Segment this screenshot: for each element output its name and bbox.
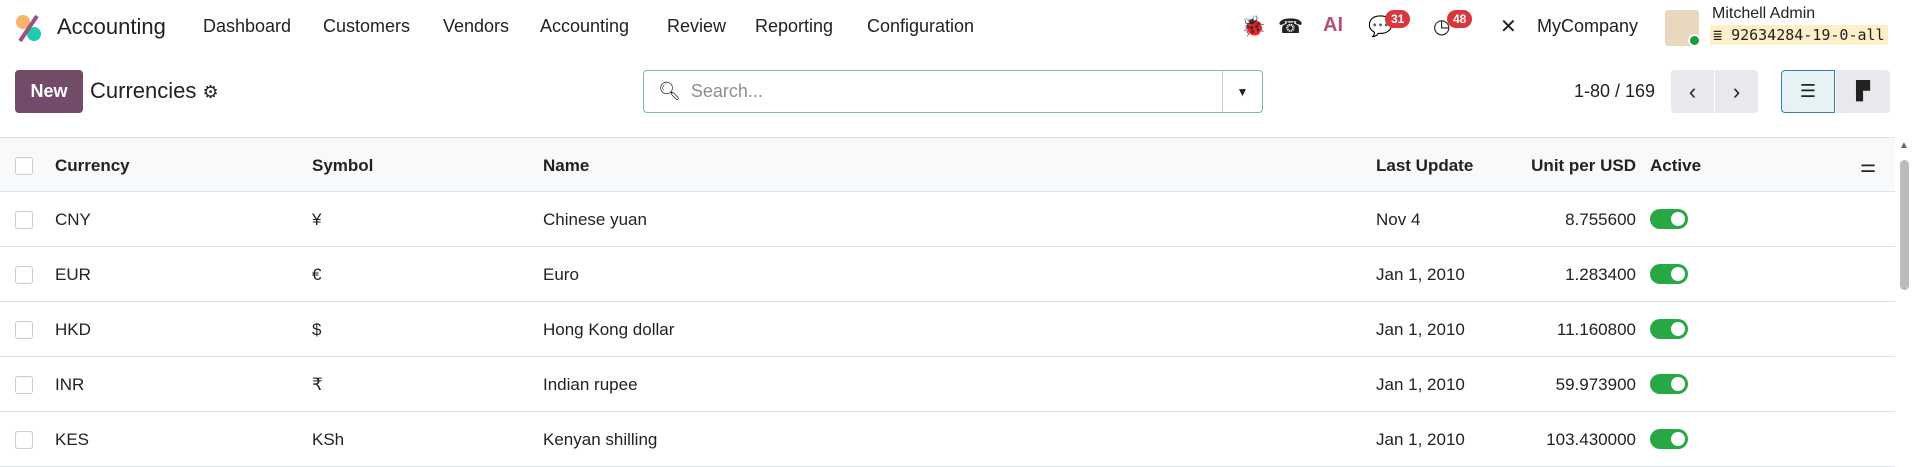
- row-checkbox[interactable]: [15, 211, 33, 229]
- cell-name: Chinese yuan: [543, 210, 647, 229]
- search-input[interactable]: Search...: [691, 81, 1222, 102]
- vertical-scrollbar[interactable]: ▲: [1898, 140, 1910, 460]
- company-switcher[interactable]: MyCompany: [1537, 16, 1638, 37]
- menu-dashboard[interactable]: Dashboard: [203, 16, 291, 37]
- table-row[interactable]: KES KSh Kenyan shilling Jan 1, 2010 103.…: [0, 412, 1895, 467]
- cell-name: Euro: [543, 265, 579, 284]
- cell-last-update: Jan 1, 2010: [1376, 320, 1465, 339]
- user-avatar[interactable]: [1665, 10, 1701, 47]
- header-symbol[interactable]: Symbol: [312, 156, 373, 176]
- tools-icon[interactable]: ✕: [1500, 14, 1517, 39]
- menu-vendors[interactable]: Vendors: [443, 16, 509, 37]
- optional-columns-icon[interactable]: ⚌: [1860, 156, 1876, 177]
- search-options-toggle[interactable]: ▼: [1222, 71, 1262, 112]
- pager-value[interactable]: 1-80 / 169: [1574, 81, 1655, 102]
- header-rate[interactable]: Unit per USD: [1531, 156, 1636, 176]
- cell-currency: EUR: [55, 265, 91, 284]
- list-view-button[interactable]: ☰: [1781, 70, 1835, 113]
- row-checkbox[interactable]: [15, 431, 33, 449]
- online-status-icon: [1688, 34, 1701, 47]
- menu-reporting[interactable]: Reporting: [755, 16, 833, 37]
- row-checkbox[interactable]: [15, 321, 33, 339]
- cell-last-update: Jan 1, 2010: [1376, 430, 1465, 449]
- table-row[interactable]: INR ₹ Indian rupee Jan 1, 2010 59.973900: [0, 357, 1895, 412]
- activities-badge: 48: [1447, 10, 1473, 28]
- table-row[interactable]: HKD $ Hong Kong dollar Jan 1, 2010 11.16…: [0, 302, 1895, 357]
- cell-last-update: Jan 1, 2010: [1376, 375, 1465, 394]
- database-icon: ≣: [1713, 26, 1723, 44]
- user-name[interactable]: Mitchell Admin: [1712, 5, 1815, 23]
- cell-rate: 8.755600: [1565, 210, 1636, 229]
- app-logo-icon[interactable]: [15, 14, 43, 43]
- cell-symbol: €: [312, 265, 322, 284]
- cell-symbol: KSh: [312, 430, 345, 449]
- menu-customers[interactable]: Customers: [323, 16, 410, 37]
- cell-currency: CNY: [55, 210, 91, 229]
- header-last-update[interactable]: Last Update: [1376, 156, 1473, 176]
- row-checkbox[interactable]: [15, 376, 33, 394]
- page-title: Currencies ⚙: [90, 78, 219, 104]
- cell-last-update: Jan 1, 2010: [1376, 265, 1465, 284]
- gear-icon[interactable]: ⚙: [203, 82, 219, 102]
- cell-rate: 11.160800: [1556, 320, 1636, 339]
- database-badge: ≣ 92634284-19-0-all: [1710, 25, 1888, 45]
- search-bar[interactable]: 🔍︎ Search... ▼: [643, 70, 1263, 113]
- table-row[interactable]: CNY ¥ Chinese yuan Nov 4 8.755600: [0, 192, 1895, 247]
- cell-currency: HKD: [55, 320, 91, 339]
- cell-rate: 103.430000: [1546, 430, 1636, 449]
- search-icon: 🔍︎: [658, 81, 681, 101]
- menu-accounting[interactable]: Accounting: [540, 16, 629, 37]
- header-currency[interactable]: Currency: [55, 156, 130, 176]
- cell-name: Indian rupee: [543, 375, 638, 394]
- phone-icon[interactable]: ☎: [1278, 14, 1303, 39]
- table-row[interactable]: EUR € Euro Jan 1, 2010 1.283400: [0, 247, 1895, 302]
- active-toggle[interactable]: [1650, 429, 1688, 449]
- pager-next-button[interactable]: ›: [1715, 70, 1758, 113]
- cell-name: Hong Kong dollar: [543, 320, 675, 339]
- header-name[interactable]: Name: [543, 156, 589, 176]
- active-toggle[interactable]: [1650, 264, 1688, 284]
- active-toggle[interactable]: [1650, 374, 1688, 394]
- breadcrumb-title: Currencies: [90, 78, 197, 103]
- active-toggle[interactable]: [1650, 319, 1688, 339]
- row-checkbox[interactable]: [15, 266, 33, 284]
- cell-symbol: $: [312, 320, 322, 339]
- app-name[interactable]: Accounting: [57, 14, 166, 40]
- top-navbar: Accounting Dashboard Customers Vendors A…: [0, 0, 1913, 56]
- messages-badge: 31: [1385, 10, 1411, 28]
- cell-last-update: Nov 4: [1376, 210, 1421, 229]
- pager-previous-button[interactable]: ‹: [1671, 70, 1714, 113]
- menu-configuration[interactable]: Configuration: [867, 16, 974, 37]
- cell-currency: INR: [55, 375, 85, 394]
- cell-currency: KES: [55, 430, 90, 449]
- ai-icon[interactable]: AI: [1323, 14, 1343, 37]
- menu-review[interactable]: Review: [667, 16, 726, 37]
- cell-symbol: ¥: [312, 210, 322, 229]
- cell-rate: 1.283400: [1565, 265, 1636, 284]
- scroll-up-icon[interactable]: ▲: [1899, 140, 1909, 151]
- kanban-view-button[interactable]: ▛: [1836, 70, 1890, 113]
- database-name: 92634284-19-0-all: [1731, 26, 1885, 44]
- header-active[interactable]: Active: [1650, 156, 1701, 176]
- cell-symbol: ₹: [312, 375, 323, 394]
- active-toggle[interactable]: [1650, 209, 1688, 229]
- cell-name: Kenyan shilling: [543, 430, 658, 449]
- new-button[interactable]: New: [15, 70, 83, 113]
- select-all-checkbox[interactable]: [15, 157, 33, 175]
- scrollbar-thumb[interactable]: [1900, 160, 1909, 290]
- debug-bug-icon[interactable]: 🐞: [1241, 14, 1266, 39]
- cell-rate: 59.973900: [1555, 375, 1636, 394]
- table-header: Currency Symbol Name Last Update Unit pe…: [0, 137, 1895, 192]
